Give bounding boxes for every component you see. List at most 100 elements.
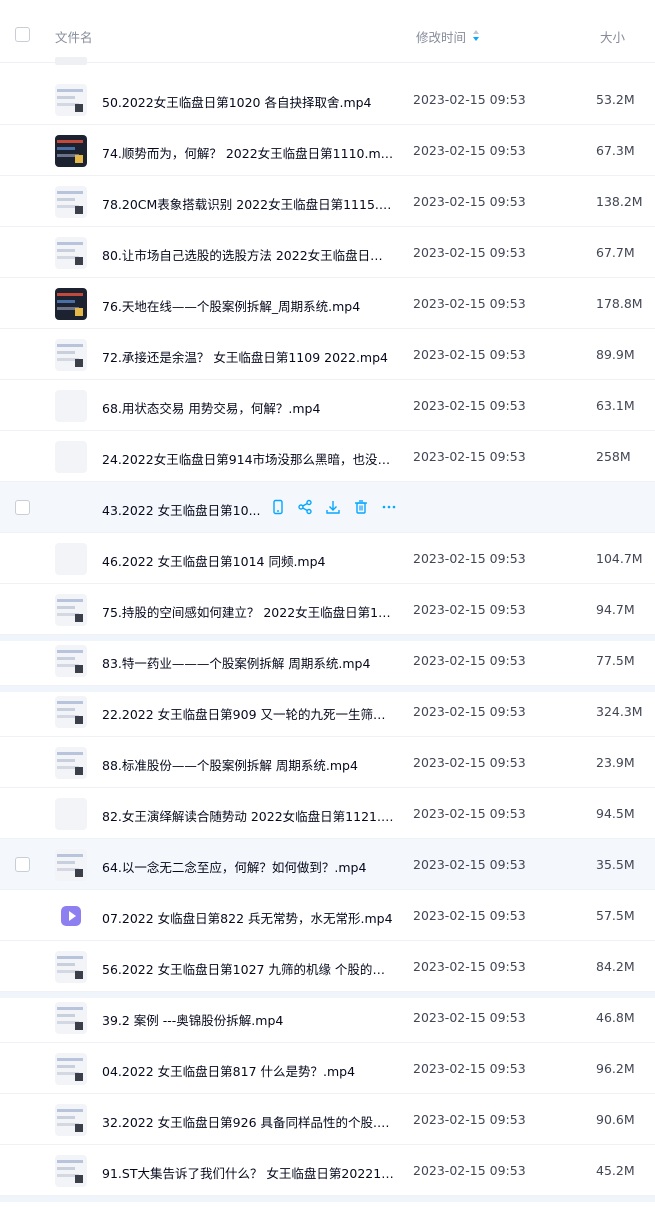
video-file-icon: [61, 906, 81, 926]
file-size: 35.5M: [596, 857, 635, 872]
file-size: 63.1M: [596, 398, 635, 413]
file-name[interactable]: 07.2022 女临盘日第822 兵无常势，水无常形.mp4: [102, 908, 394, 927]
file-modified-time: 2023-02-15 09:53: [413, 755, 526, 770]
file-row[interactable]: 22.2022 女王临盘日第909 又一轮的九死一生筛选... 2023-02-…: [0, 686, 655, 737]
file-row[interactable]: 46.2022 女王临盘日第1014 同频.mp4 2023-02-15 09:…: [0, 533, 655, 584]
file-thumbnail: [55, 798, 87, 830]
file-row[interactable]: 56.2022 女王临盘日第1027 九筛的机缘 个股的机... 2023-02…: [0, 941, 655, 998]
file-thumbnail: [55, 951, 87, 983]
file-row[interactable]: 24.2022女王临盘日第914市场没那么黑暗，也没那... 2023-02-1…: [0, 431, 655, 482]
file-name[interactable]: 75.持股的空间感如何建立？ 2022女王临盘日第1111...: [102, 602, 394, 621]
file-name[interactable]: 88.标准股份——个股案例拆解 周期系统.mp4: [102, 755, 394, 774]
file-name[interactable]: 64.以一念无二念至应，何解？如何做到？.mp4: [102, 857, 394, 876]
file-row[interactable]: 07.2022 女临盘日第822 兵无常势，水无常形.mp4 2023-02-1…: [0, 890, 655, 941]
file-size: 138.2M: [596, 194, 643, 209]
file-size: 258M: [596, 449, 631, 464]
file-list: 50.2022女王临盘日第1020 各自抉择取舍.mp4 2023-02-15 …: [0, 74, 655, 1202]
file-size: 94.5M: [596, 806, 635, 821]
file-row[interactable]: 50.2022女王临盘日第1020 各自抉择取舍.mp4 2023-02-15 …: [0, 74, 655, 125]
file-row[interactable]: 88.标准股份——个股案例拆解 周期系统.mp4 2023-02-15 09:5…: [0, 737, 655, 788]
file-size: 77.5M: [596, 653, 635, 668]
file-row[interactable]: 91.ST大集告诉了我们什么？ 女王临盘日第2022112... 2023-02…: [0, 1145, 655, 1202]
file-modified-time: 2023-02-15 09:53: [413, 1061, 526, 1076]
file-modified-time: 2023-02-15 09:53: [413, 653, 526, 668]
file-modified-time: 2023-02-15 09:53: [413, 602, 526, 617]
file-thumbnail: [55, 900, 87, 932]
file-name[interactable]: 43.2022 女王临盘日第10...: [102, 500, 262, 519]
file-thumbnail: [55, 849, 87, 881]
file-size: 96.2M: [596, 1061, 635, 1076]
file-name[interactable]: 91.ST大集告诉了我们什么？ 女王临盘日第2022112...: [102, 1163, 394, 1182]
select-all-checkbox[interactable]: [15, 27, 30, 42]
file-name[interactable]: 72.承接还是余温？ 女王临盘日第1109 2022.mp4: [102, 347, 394, 366]
file-name[interactable]: 76.天地在线——个股案例拆解_周期系统.mp4: [102, 296, 394, 315]
file-row[interactable]: 64.以一念无二念至应，何解？如何做到？.mp4 2023-02-15 09:5…: [0, 839, 655, 890]
download-icon[interactable]: [325, 499, 341, 515]
file-row-hovered[interactable]: 43.2022 女王临盘日第10...: [0, 482, 655, 533]
file-row[interactable]: 74.顺势而为，何解？ 2022女王临盘日第1110.mp4 2023-02-1…: [0, 125, 655, 176]
file-row[interactable]: 72.承接还是余温？ 女王临盘日第1109 2022.mp4 2023-02-1…: [0, 329, 655, 380]
file-row[interactable]: 76.天地在线——个股案例拆解_周期系统.mp4 2023-02-15 09:5…: [0, 278, 655, 329]
row-checkbox[interactable]: [15, 857, 30, 872]
file-modified-time: 2023-02-15 09:53: [413, 857, 526, 872]
file-name[interactable]: 46.2022 女王临盘日第1014 同频.mp4: [102, 551, 394, 570]
file-size: 324.3M: [596, 704, 643, 719]
column-header-name[interactable]: 文件名: [55, 27, 93, 46]
file-name[interactable]: 82.女王演绎解读合随势动 2022女临盘日第1121.mp4: [102, 806, 394, 825]
file-thumbnail: [55, 1104, 87, 1136]
file-name[interactable]: 24.2022女王临盘日第914市场没那么黑暗，也没那...: [102, 449, 394, 468]
file-thumbnail: [55, 390, 87, 422]
partial-row-thumbnail: [55, 57, 87, 65]
file-thumbnail: [55, 1053, 87, 1085]
file-modified-time: 2023-02-15 09:53: [413, 806, 526, 821]
file-row[interactable]: 32.2022 女王临盘日第926 具备同样品性的个股.mp4 2023-02-…: [0, 1094, 655, 1145]
file-modified-time: 2023-02-15 09:53: [413, 959, 526, 974]
file-size: 67.7M: [596, 245, 635, 260]
delete-icon[interactable]: [353, 499, 369, 515]
file-name[interactable]: 78.20CM表象搭载识别 2022女王临盘日第1115.mp4: [102, 194, 394, 213]
file-name[interactable]: 22.2022 女王临盘日第909 又一轮的九死一生筛选...: [102, 704, 394, 723]
file-modified-time: 2023-02-15 09:53: [413, 449, 526, 464]
file-name[interactable]: 83.特一药业———个股案例拆解 周期系统.mp4: [102, 653, 394, 672]
file-modified-time: 2023-02-15 09:53: [413, 296, 526, 311]
file-size: 84.2M: [596, 959, 635, 974]
phone-icon[interactable]: [270, 499, 286, 515]
row-checkbox[interactable]: [15, 500, 30, 515]
file-modified-time: 2023-02-15 09:53: [413, 704, 526, 719]
column-header-size[interactable]: 大小: [600, 27, 625, 46]
file-modified-time: 2023-02-15 09:53: [413, 398, 526, 413]
file-list-header: 文件名 修改时间 大小: [0, 0, 655, 70]
file-name[interactable]: 68.用状态交易 用势交易，何解？.mp4: [102, 398, 394, 417]
file-name[interactable]: 39.2 案例 ---奥锦股份拆解.mp4: [102, 1010, 394, 1029]
file-modified-time: 2023-02-15 09:53: [413, 1010, 526, 1025]
file-row[interactable]: 83.特一药业———个股案例拆解 周期系统.mp4 2023-02-15 09:…: [0, 635, 655, 692]
file-thumbnail: [55, 135, 87, 167]
file-size: 46.8M: [596, 1010, 635, 1025]
file-size: 23.9M: [596, 755, 635, 770]
file-row[interactable]: 80.让市场自己选股的选股方法 2022女王临盘日第1... 2023-02-1…: [0, 227, 655, 278]
file-name[interactable]: 32.2022 女王临盘日第926 具备同样品性的个股.mp4: [102, 1112, 394, 1131]
file-name[interactable]: 50.2022女王临盘日第1020 各自抉择取舍.mp4: [102, 92, 394, 111]
column-header-modified-time[interactable]: 修改时间: [416, 27, 466, 46]
file-name[interactable]: 04.2022 女王临盘日第817 什么是势？.mp4: [102, 1061, 394, 1080]
file-row[interactable]: 39.2 案例 ---奥锦股份拆解.mp4 2023-02-15 09:53 4…: [0, 992, 655, 1043]
file-size: 94.7M: [596, 602, 635, 617]
file-modified-time: 2023-02-15 09:53: [413, 908, 526, 923]
file-row[interactable]: 82.女王演绎解读合随势动 2022女临盘日第1121.mp4 2023-02-…: [0, 788, 655, 839]
file-thumbnail: [55, 441, 87, 473]
file-row[interactable]: 75.持股的空间感如何建立？ 2022女王临盘日第1111... 2023-02…: [0, 584, 655, 641]
file-modified-time: 2023-02-15 09:53: [413, 1112, 526, 1127]
more-icon[interactable]: [381, 499, 397, 515]
file-name[interactable]: 56.2022 女王临盘日第1027 九筛的机缘 个股的机...: [102, 959, 394, 978]
file-name[interactable]: 74.顺势而为，何解？ 2022女王临盘日第1110.mp4: [102, 143, 394, 162]
file-thumbnail: [55, 186, 87, 218]
file-size: 57.5M: [596, 908, 635, 923]
file-size: 67.3M: [596, 143, 635, 158]
sort-arrows-icon[interactable]: [472, 29, 480, 42]
file-row[interactable]: 04.2022 女王临盘日第817 什么是势？.mp4 2023-02-15 0…: [0, 1043, 655, 1094]
share-icon[interactable]: [297, 499, 313, 515]
file-name[interactable]: 80.让市场自己选股的选股方法 2022女王临盘日第1...: [102, 245, 394, 264]
file-modified-time: 2023-02-15 09:53: [413, 347, 526, 362]
file-row[interactable]: 78.20CM表象搭载识别 2022女王临盘日第1115.mp4 2023-02…: [0, 176, 655, 227]
file-row[interactable]: 68.用状态交易 用势交易，何解？.mp4 2023-02-15 09:53 6…: [0, 380, 655, 431]
